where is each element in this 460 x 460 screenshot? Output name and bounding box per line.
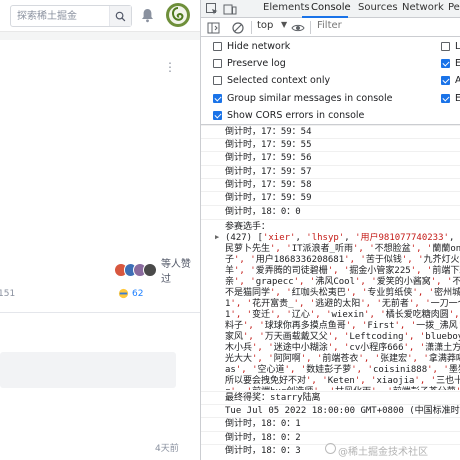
search-box[interactable] bbox=[10, 5, 132, 27]
device-toolbar-icon[interactable] bbox=[223, 2, 237, 16]
checkbox[interactable] bbox=[441, 58, 450, 68]
participants-array[interactable]: 参赛选手： ▶ (427) ['xier', 'lhsyp', '用户98107… bbox=[201, 219, 460, 391]
toolbar-separator bbox=[310, 21, 311, 34]
console-line: 倒计时，17：59：54 bbox=[201, 125, 460, 139]
console-output[interactable]: 倒计时，17：59：54 倒计时，17：59：55 倒计时，17：59：56 倒… bbox=[201, 125, 460, 460]
console-line-date: Tue Jul 05 2022 18:00:00 GMT+0800 (中国标准时… bbox=[201, 404, 460, 418]
participants-array-line: 光大大', '阿阿啊', '前端苍衣', '张建宏', '拿满莽喝物 bbox=[225, 354, 460, 364]
participants-array-line: 不是猫同学', '红咖头松夷巴', '专业剪纸侠', '密州城南 bbox=[225, 288, 460, 298]
participants-array-line: 羊', '爱弄腾的司徒碧栅', '掘金小管家225', '前端下班ノ bbox=[225, 266, 460, 276]
tab-elements[interactable]: Elements bbox=[263, 2, 310, 13]
search-input[interactable] bbox=[17, 9, 109, 24]
tab-sources[interactable]: Sources bbox=[358, 2, 398, 13]
divider bbox=[0, 312, 200, 313]
filter-input[interactable]: Filter bbox=[317, 20, 342, 31]
setting-eager-eval[interactable]: Ea bbox=[441, 56, 460, 70]
setting-log-xhr[interactable]: Lo bbox=[441, 39, 460, 53]
setting-preserve-log[interactable]: Preserve log bbox=[213, 56, 286, 70]
participants-array-line: as', '空心道', '数娃彭子萝', 'coisini888', '墨狂之道 bbox=[225, 365, 460, 375]
setting-label: Lo bbox=[455, 40, 460, 52]
checkbox[interactable] bbox=[441, 93, 450, 103]
console-line: 倒计时，18：0：1 bbox=[201, 417, 460, 431]
participants-array-line: 民萝卜先生', 'IT派浪者_听雨', '不想脸盆', '蘭蘭only' bbox=[225, 244, 460, 254]
participants-array-line: 所以要会拽免好不对', 'Keten', 'xiaojia', '三也十是 bbox=[225, 376, 460, 386]
emoji-icon bbox=[118, 288, 129, 299]
participants-array-line: 料子', '球球你再多摸点鱼哥', 'First', '一拨_沸风', ' bbox=[225, 321, 460, 331]
participants-array-line: 亲', 'grapecc', '沸风Cool', '爱笑的小酱窝', '不再兴奋 bbox=[225, 277, 460, 287]
live-expression-eye-icon[interactable] bbox=[291, 21, 305, 35]
console-settings: Hide network Preserve log Selected conte… bbox=[201, 37, 460, 125]
setting-label: Hide network bbox=[227, 40, 291, 52]
participants-array-line: (427) ['xier', 'lhsyp', '用户981077740233'… bbox=[225, 233, 460, 243]
watermark-logo-icon bbox=[325, 443, 336, 454]
console-line: 倒计时，17：59：55 bbox=[201, 138, 460, 152]
console-line: 倒计时，17：59：57 bbox=[201, 165, 460, 179]
search-button[interactable] bbox=[109, 6, 131, 26]
setting-label: Group similar messages in console bbox=[227, 92, 393, 104]
setting-autocomplete[interactable]: Au bbox=[441, 73, 460, 87]
participants-array-line: 1', '花开富贵_', '逃避的太阳', '无前者', '一刀一个小 bbox=[225, 299, 460, 309]
console-line-winner: 最终得奖：starry陆离 bbox=[201, 391, 460, 405]
devtools-tabbar: Elements Console Sources Network Perf bbox=[201, 0, 460, 18]
setting-label: Preserve log bbox=[227, 57, 286, 69]
console-line: 倒计时，17：59：58 bbox=[201, 178, 460, 192]
chevron-down-icon[interactable]: ▼ bbox=[281, 20, 287, 29]
toolbar-separator bbox=[251, 21, 252, 34]
participants-array-line: 子', '用户1868336208681', '苦于似钱', '九芥灯火', ' bbox=[225, 255, 460, 265]
juejin-page: ⋮ 等人赞过 151 62 4天前 bbox=[0, 0, 200, 460]
participants-array-text: (427) ['xier', 'lhsyp', '用户981077740233'… bbox=[225, 233, 460, 390]
likers-row[interactable]: 等人赞过 bbox=[114, 259, 200, 285]
checkbox[interactable] bbox=[213, 93, 222, 103]
tab-console[interactable]: Console bbox=[311, 2, 351, 13]
setting-label: Selected context only bbox=[227, 74, 331, 86]
clear-console-icon[interactable] bbox=[231, 21, 245, 35]
search-icon bbox=[115, 11, 126, 21]
tab-performance[interactable]: Perf bbox=[448, 2, 460, 13]
setting-label: Ev bbox=[455, 93, 460, 104]
sidebar-toggle-icon[interactable] bbox=[207, 21, 221, 35]
stat-count: 151 bbox=[0, 289, 16, 299]
notification-bell-icon[interactable] bbox=[140, 7, 154, 23]
expand-caret-icon[interactable]: ▶ bbox=[215, 233, 219, 241]
checkbox[interactable] bbox=[213, 75, 222, 85]
participants-array-line: 1', '变迁', '辽心', 'wiexin', '橘长爱吃糖肉圆', '玛丽 bbox=[225, 310, 460, 320]
page-gap bbox=[0, 32, 200, 40]
participants-array-line: g', '前端bug创造师', '甘风化雨', '前端彭子茶分萝', ' bbox=[225, 387, 460, 390]
tab-network[interactable]: Network bbox=[402, 2, 444, 13]
top-navbar bbox=[0, 0, 200, 32]
article-card bbox=[0, 40, 200, 460]
setting-selected-context[interactable]: Selected context only bbox=[213, 73, 330, 87]
checkbox[interactable] bbox=[213, 110, 222, 120]
liker-avatar bbox=[143, 263, 157, 277]
checkbox[interactable] bbox=[213, 41, 222, 51]
checkbox[interactable] bbox=[441, 41, 450, 51]
comment-input[interactable] bbox=[0, 352, 176, 388]
console-line: 倒计时，17：59：59 bbox=[201, 191, 460, 205]
participants-array-line: 木小兵', '迷途中小糊涂', 'cv小程序666', '潇潇土方块 bbox=[225, 343, 460, 353]
more-menu-icon[interactable]: ⋮ bbox=[164, 61, 176, 74]
setting-label: Au bbox=[455, 75, 460, 86]
setting-show-cors[interactable]: Show CORS errors in console bbox=[213, 108, 364, 122]
setting-hide-network[interactable]: Hide network bbox=[213, 39, 290, 53]
participants-label: 参赛选手： bbox=[225, 222, 271, 232]
setting-label: Ea bbox=[455, 58, 460, 69]
console-line: 倒计时，17：59：56 bbox=[201, 151, 460, 165]
setting-label: Show CORS errors in console bbox=[227, 109, 365, 121]
checkbox[interactable] bbox=[441, 75, 450, 85]
setting-eval-triggers[interactable]: Ev bbox=[441, 91, 460, 105]
timestamp: 4天前 bbox=[155, 444, 179, 454]
participants-array-line: 家风', '万天画载戴又父', 'Leftcoding', 'blueboy',… bbox=[225, 332, 460, 342]
console-line: 倒计时，18：0：0 bbox=[201, 205, 460, 219]
watermark: @稀土掘金技术社区 bbox=[338, 447, 428, 458]
console-toolbar: top ▼ Filter bbox=[201, 18, 460, 37]
user-avatar[interactable] bbox=[166, 3, 190, 27]
context-selector[interactable]: top bbox=[257, 20, 273, 31]
emoji-count: 62 bbox=[132, 288, 144, 299]
setting-group-similar[interactable]: Group similar messages in console bbox=[213, 91, 392, 105]
checkbox[interactable] bbox=[213, 58, 222, 68]
inspect-element-icon[interactable] bbox=[205, 2, 219, 16]
likers-label: 等人赞过 bbox=[160, 259, 191, 285]
emoji-reaction[interactable]: 62 bbox=[118, 288, 143, 299]
devtools-panel: Elements Console Sources Network Perf to… bbox=[200, 0, 460, 460]
